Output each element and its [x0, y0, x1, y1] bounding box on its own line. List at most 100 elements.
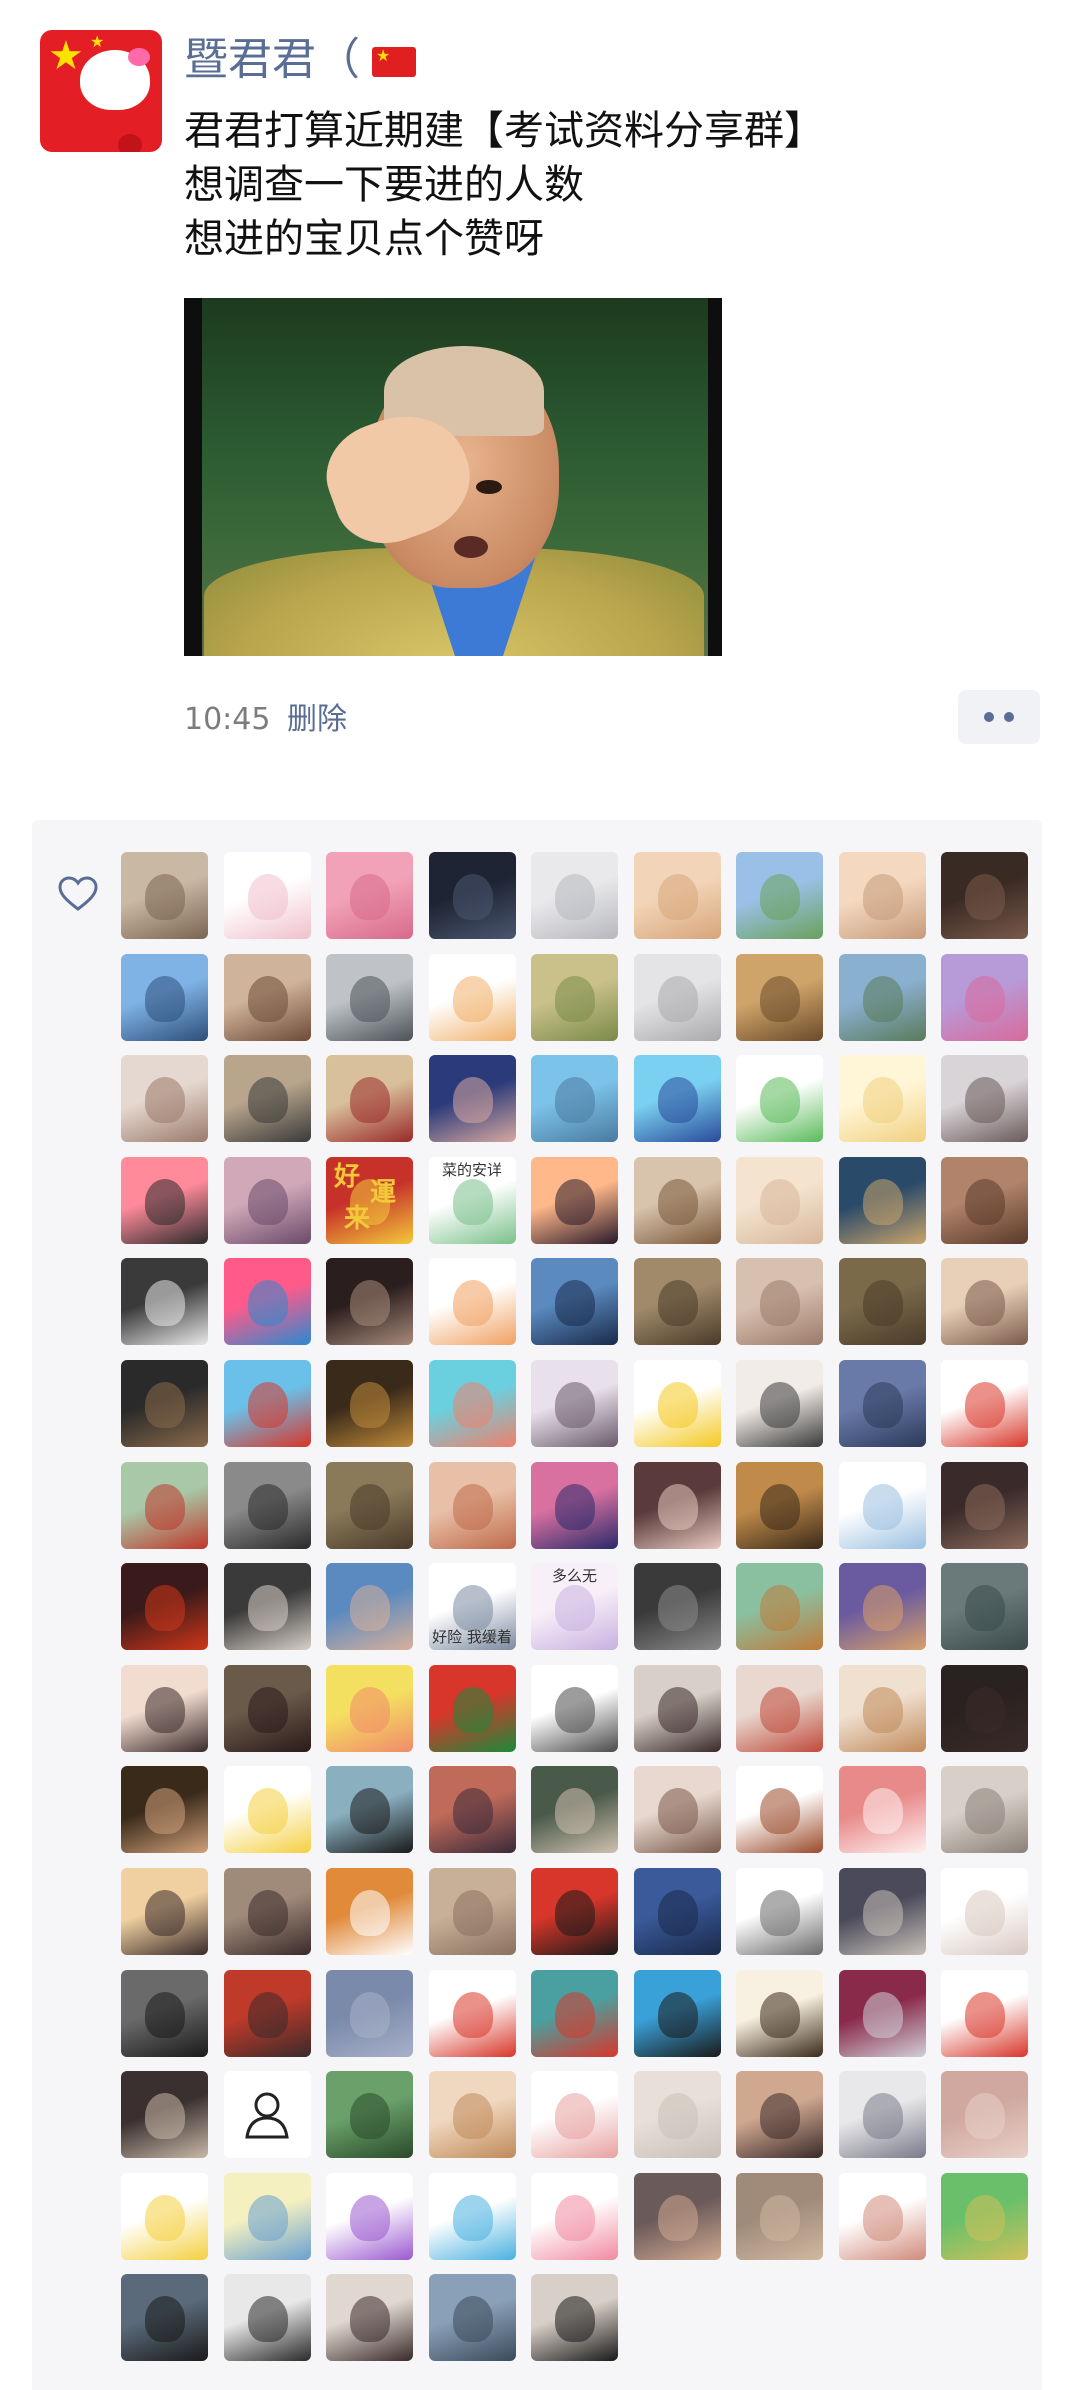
liker-avatar[interactable]	[531, 1055, 618, 1143]
liker-avatar[interactable]	[838, 1055, 926, 1143]
liker-avatar[interactable]	[223, 1156, 311, 1244]
liker-avatar[interactable]	[428, 1055, 516, 1143]
liker-avatar[interactable]	[633, 1969, 721, 2057]
liker-avatar[interactable]	[838, 1563, 926, 1651]
liker-avatar[interactable]	[428, 2172, 516, 2260]
liker-avatar[interactable]	[838, 953, 926, 1041]
liker-avatar[interactable]	[223, 1258, 311, 1346]
liker-avatar[interactable]	[326, 2274, 413, 2362]
poster-avatar[interactable]: ★ ★ ★	[40, 30, 162, 152]
liker-avatar[interactable]	[531, 1969, 618, 2057]
liker-avatar[interactable]	[428, 1461, 516, 1549]
liker-avatar[interactable]	[736, 1969, 823, 2057]
liker-avatar[interactable]	[326, 2172, 413, 2260]
liker-avatar[interactable]	[941, 1563, 1028, 1651]
liker-avatar[interactable]	[838, 2071, 926, 2159]
liker-avatar[interactable]	[941, 953, 1028, 1041]
liker-avatar[interactable]	[633, 852, 721, 939]
liker-avatar[interactable]	[633, 1461, 721, 1549]
liker-avatar[interactable]	[633, 1258, 721, 1346]
liker-avatar[interactable]	[941, 1258, 1028, 1346]
liker-avatar[interactable]	[941, 1867, 1028, 1955]
liker-avatar[interactable]	[736, 2172, 823, 2260]
liker-avatar[interactable]	[838, 1664, 926, 1752]
liker-avatar[interactable]	[531, 2071, 618, 2159]
liker-avatar[interactable]	[531, 2274, 618, 2362]
liker-avatar[interactable]	[838, 1359, 926, 1447]
liker-avatar[interactable]	[633, 1156, 721, 1244]
liker-avatar[interactable]	[326, 1258, 413, 1346]
liker-avatar[interactable]	[428, 1664, 516, 1752]
liker-avatar[interactable]	[223, 2172, 311, 2260]
liker-avatar[interactable]	[223, 1055, 311, 1143]
liker-avatar[interactable]	[326, 2071, 413, 2159]
liker-avatar[interactable]	[428, 2274, 516, 2362]
liker-avatar[interactable]	[838, 2172, 926, 2260]
liker-avatar[interactable]	[326, 953, 413, 1041]
liker-avatar[interactable]	[633, 2071, 721, 2159]
liker-avatar[interactable]	[428, 1258, 516, 1346]
poster-nickname[interactable]: 暨君君（	[184, 30, 416, 90]
liker-avatar[interactable]	[326, 1867, 413, 1955]
liker-avatar[interactable]	[223, 1664, 311, 1752]
liker-avatar[interactable]: 好運来	[326, 1156, 413, 1244]
liker-avatar[interactable]: 菜的安详	[428, 1156, 516, 1244]
liker-avatar[interactable]	[121, 1359, 208, 1447]
liker-avatar[interactable]	[428, 1867, 516, 1955]
liker-avatar[interactable]	[428, 852, 516, 939]
liker-avatar[interactable]	[941, 1461, 1028, 1549]
liker-avatar[interactable]	[326, 1969, 413, 2057]
liker-avatar[interactable]	[223, 1563, 311, 1651]
liker-avatar[interactable]	[531, 852, 618, 939]
liker-avatar[interactable]	[941, 2071, 1028, 2159]
liker-avatar[interactable]	[531, 1156, 618, 1244]
liker-avatar[interactable]	[326, 1563, 413, 1651]
liker-avatar[interactable]	[633, 1055, 721, 1143]
liker-avatar[interactable]	[941, 1156, 1028, 1244]
liker-avatar[interactable]	[326, 1055, 413, 1143]
liker-avatar[interactable]	[941, 1969, 1028, 2057]
liker-avatar[interactable]	[531, 1867, 618, 1955]
liker-avatar[interactable]	[736, 1766, 823, 1854]
liker-avatar[interactable]	[121, 1664, 208, 1752]
liker-avatar[interactable]	[531, 1766, 618, 1854]
liker-avatar[interactable]	[428, 1359, 516, 1447]
liker-avatar[interactable]	[121, 1156, 208, 1244]
liker-avatar[interactable]	[428, 1969, 516, 2057]
liker-avatar[interactable]	[736, 1461, 823, 1549]
liker-avatar[interactable]	[326, 1359, 413, 1447]
liker-avatar[interactable]	[121, 852, 208, 939]
liker-avatar[interactable]	[223, 2274, 311, 2362]
liker-avatar[interactable]	[121, 1563, 208, 1651]
liker-avatar[interactable]	[121, 1055, 208, 1143]
liker-avatar[interactable]	[326, 1766, 413, 1854]
liker-avatar[interactable]	[121, 1461, 208, 1549]
liker-avatar[interactable]	[941, 1664, 1028, 1752]
liker-avatar[interactable]	[838, 852, 926, 939]
liker-avatar[interactable]	[736, 1258, 823, 1346]
liker-avatar[interactable]	[223, 2071, 311, 2159]
liker-avatar[interactable]	[223, 1461, 311, 1549]
liker-avatar[interactable]	[121, 1969, 208, 2057]
liker-avatar[interactable]	[838, 1766, 926, 1854]
liker-avatar[interactable]	[941, 1766, 1028, 1854]
liker-avatar[interactable]	[838, 1969, 926, 2057]
liker-avatar[interactable]	[121, 953, 208, 1041]
liker-avatar[interactable]	[531, 1359, 618, 1447]
liker-avatar[interactable]	[736, 953, 823, 1041]
liker-avatar[interactable]	[736, 852, 823, 939]
liker-avatar[interactable]	[223, 1867, 311, 1955]
liker-avatar[interactable]	[223, 953, 311, 1041]
liker-avatar[interactable]	[633, 953, 721, 1041]
liker-avatar[interactable]	[838, 1156, 926, 1244]
liker-avatar[interactable]	[121, 1258, 208, 1346]
liker-avatar[interactable]	[736, 1664, 823, 1752]
liker-avatar[interactable]	[633, 1766, 721, 1854]
liker-avatar[interactable]	[531, 1461, 618, 1549]
liker-avatar[interactable]	[531, 953, 618, 1041]
liker-avatar[interactable]	[121, 1867, 208, 1955]
liker-avatar[interactable]	[941, 852, 1028, 939]
liker-avatar[interactable]	[121, 2274, 208, 2362]
liker-avatar[interactable]	[531, 1664, 618, 1752]
liker-avatar[interactable]	[223, 852, 311, 939]
